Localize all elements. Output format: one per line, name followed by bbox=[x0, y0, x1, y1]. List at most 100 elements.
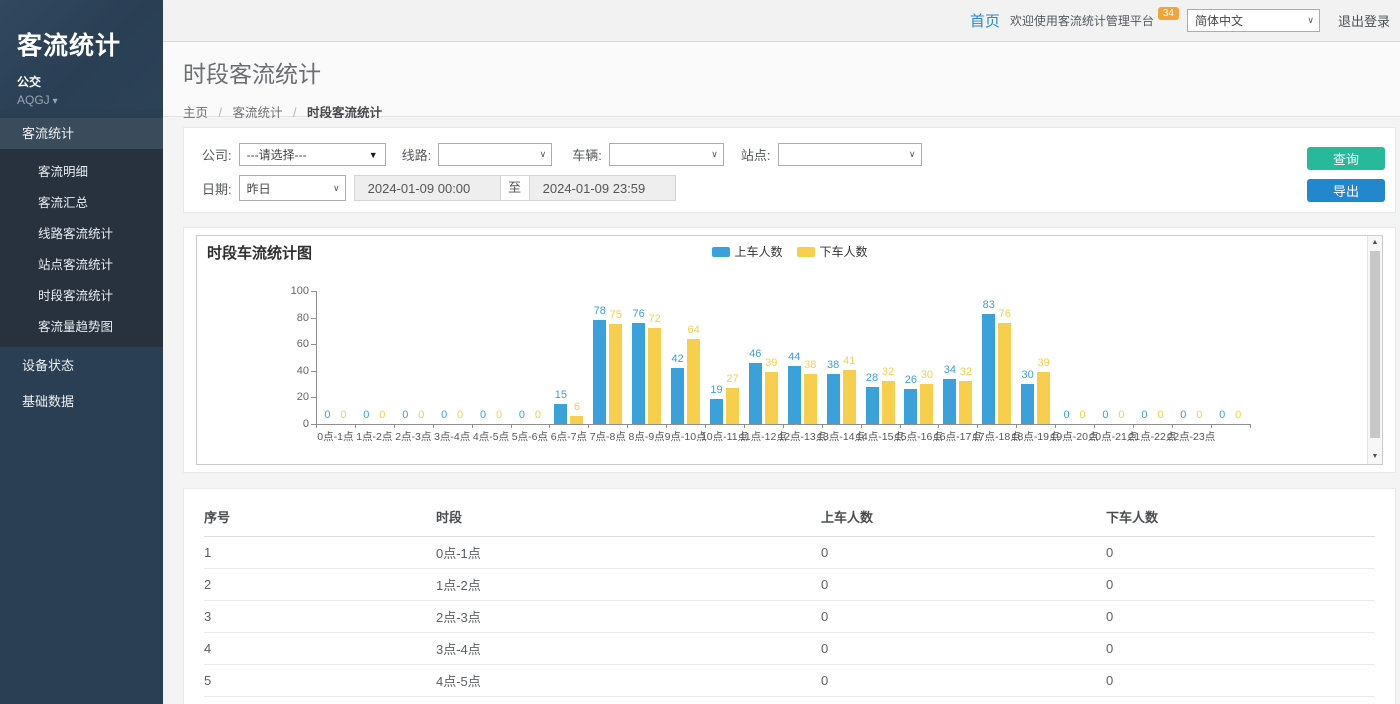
x-tick bbox=[666, 424, 667, 428]
company-select[interactable]: ---请选择--- ▼ bbox=[239, 143, 386, 166]
chart-vertical-scrollbar[interactable]: ▲ ▼ bbox=[1367, 236, 1382, 464]
sidebar-menu: 客流统计客流明细客流汇总线路客流统计站点客流统计时段客流统计客流量趋势图设备状态… bbox=[0, 118, 163, 419]
table-row: 32点-3点00 bbox=[204, 601, 1375, 633]
bar-value-label: 32 bbox=[946, 366, 986, 378]
table-cell: 2点-3点 bbox=[436, 601, 821, 633]
table-cell: 4 bbox=[204, 633, 436, 665]
scroll-up-icon[interactable]: ▲ bbox=[1368, 236, 1382, 250]
bar-value-label: 41 bbox=[829, 355, 869, 367]
chart-panel: 时段车流统计图 上车人数下车人数 ▲ ▼ 0204060801000点-1点1点… bbox=[183, 227, 1396, 473]
top-navbar: 首页 欢迎使用客流统计管理平台 34 简体中文 ∨ 退出登录 bbox=[163, 0, 1400, 42]
table-cell: 3点-4点 bbox=[436, 633, 821, 665]
date-to-input[interactable] bbox=[529, 175, 676, 201]
sidebar-subitem-0[interactable]: 客流明细 bbox=[0, 155, 163, 186]
table-cell: 0 bbox=[1106, 537, 1375, 569]
logout-link[interactable]: 退出登录 bbox=[1338, 11, 1390, 30]
bar-value-label: 27 bbox=[713, 373, 753, 385]
legend-item-1[interactable]: 下车人数 bbox=[797, 243, 868, 260]
table-cell: 6 bbox=[204, 697, 436, 704]
vehicle-label: 车辆: bbox=[572, 145, 602, 164]
sidebar-submenu: 客流明细客流汇总线路客流统计站点客流统计时段客流统计客流量趋势图 bbox=[0, 149, 163, 347]
sidebar-subitem-5[interactable]: 客流量趋势图 bbox=[0, 310, 163, 341]
bar-alighting bbox=[648, 328, 661, 424]
x-tick bbox=[511, 424, 512, 428]
sidebar-subitem-1[interactable]: 客流汇总 bbox=[0, 186, 163, 217]
page-title: 时段客流统计 bbox=[183, 55, 1380, 89]
org-label: 公交 bbox=[17, 73, 163, 90]
table-cell: 0 bbox=[1106, 697, 1375, 704]
table-cell: 1点-2点 bbox=[436, 569, 821, 601]
legend-swatch bbox=[711, 247, 729, 257]
y-tick bbox=[311, 397, 316, 398]
table-row: 65点-6点00 bbox=[204, 697, 1375, 704]
sidebar: 客流统计 公交 AQGJ▾ 客流统计客流明细客流汇总线路客流统计站点客流统计时段… bbox=[0, 0, 163, 704]
user-dropdown[interactable]: AQGJ▾ bbox=[17, 93, 163, 107]
dropdown-arrow-icon: ▼ bbox=[369, 150, 378, 160]
table-header-row: 序号 时段 上车人数 下车人数 bbox=[204, 493, 1375, 537]
legend-item-0[interactable]: 上车人数 bbox=[711, 243, 782, 260]
x-tick bbox=[1211, 424, 1212, 428]
col-header-index: 序号 bbox=[204, 493, 436, 537]
station-select[interactable]: ∨ bbox=[778, 143, 922, 166]
date-preset-select[interactable]: 昨日 ∨ bbox=[239, 175, 346, 201]
caret-down-icon: ▾ bbox=[53, 96, 58, 107]
filter-row-1: 公司: ---请选择--- ▼ 线路: ∨ 车辆: ∨ 站点: bbox=[202, 143, 1381, 166]
bar-alighting bbox=[687, 339, 700, 424]
bar-value-label: 0 bbox=[1218, 409, 1258, 421]
company-select-value: ---请选择--- bbox=[247, 146, 307, 163]
x-tick bbox=[394, 424, 395, 428]
scroll-down-icon[interactable]: ▼ bbox=[1368, 450, 1382, 464]
language-select[interactable]: 简体中文 ∨ bbox=[1187, 9, 1320, 32]
table-cell: 0 bbox=[821, 633, 1106, 665]
chevron-down-icon: ∨ bbox=[540, 149, 547, 160]
date-from-input[interactable] bbox=[354, 175, 501, 201]
sidebar-item-2[interactable]: 基础数据 bbox=[0, 385, 163, 419]
bar-boarding bbox=[788, 366, 801, 425]
line-select[interactable]: ∨ bbox=[438, 143, 552, 166]
y-axis-tick-label: 100 bbox=[271, 285, 309, 297]
bar-boarding bbox=[904, 389, 917, 424]
x-tick bbox=[433, 424, 434, 428]
content-area: 公司: ---请选择--- ▼ 线路: ∨ 车辆: ∨ 站点: bbox=[163, 118, 1400, 704]
bar-value-label: 72 bbox=[635, 313, 675, 325]
export-button[interactable]: 导出 bbox=[1307, 179, 1385, 202]
bar-alighting bbox=[920, 384, 933, 424]
bar-alighting bbox=[959, 381, 972, 424]
x-tick bbox=[1133, 424, 1134, 428]
station-label: 站点: bbox=[741, 145, 771, 164]
date-range-separator: 至 bbox=[501, 175, 529, 201]
bar-chart: 时段车流统计图 上车人数下车人数 ▲ ▼ 0204060801000点-1点1点… bbox=[196, 235, 1383, 465]
home-link[interactable]: 首页 bbox=[970, 10, 1000, 31]
chart-legend: 上车人数下车人数 bbox=[711, 243, 867, 260]
query-button[interactable]: 查询 bbox=[1307, 147, 1385, 170]
legend-label: 上车人数 bbox=[734, 243, 782, 260]
y-tick bbox=[311, 344, 316, 345]
sidebar-subitem-4[interactable]: 时段客流统计 bbox=[0, 279, 163, 310]
col-header-period: 时段 bbox=[436, 493, 821, 537]
line-label: 线路: bbox=[402, 145, 432, 164]
y-axis-tick-label: 60 bbox=[271, 338, 309, 350]
bar-boarding bbox=[710, 399, 723, 424]
chevron-down-icon: ∨ bbox=[333, 183, 340, 194]
bar-boarding bbox=[593, 320, 606, 424]
bar-value-label: 15 bbox=[541, 389, 581, 401]
table-cell: 1 bbox=[204, 537, 436, 569]
x-tick bbox=[472, 424, 473, 428]
x-tick bbox=[977, 424, 978, 428]
table-cell: 3 bbox=[204, 601, 436, 633]
sidebar-subitem-2[interactable]: 线路客流统计 bbox=[0, 217, 163, 248]
vehicle-select[interactable]: ∨ bbox=[609, 143, 724, 166]
table-cell: 0 bbox=[1106, 601, 1375, 633]
table-row: 43点-4点00 bbox=[204, 633, 1375, 665]
y-axis-tick-label: 20 bbox=[271, 391, 309, 403]
sidebar-item-0[interactable]: 客流统计 bbox=[0, 118, 163, 149]
col-header-alighting: 下车人数 bbox=[1106, 493, 1375, 537]
sidebar-subitem-3[interactable]: 站点客流统计 bbox=[0, 248, 163, 279]
sidebar-item-1[interactable]: 设备状态 bbox=[0, 349, 163, 383]
filter-row-2: 日期: 昨日 ∨ 至 bbox=[202, 175, 1381, 201]
scrollbar-thumb[interactable] bbox=[1370, 251, 1380, 438]
x-tick bbox=[549, 424, 550, 428]
language-select-value: 简体中文 bbox=[1195, 12, 1243, 29]
bar-alighting bbox=[726, 388, 739, 424]
x-tick bbox=[627, 424, 628, 428]
